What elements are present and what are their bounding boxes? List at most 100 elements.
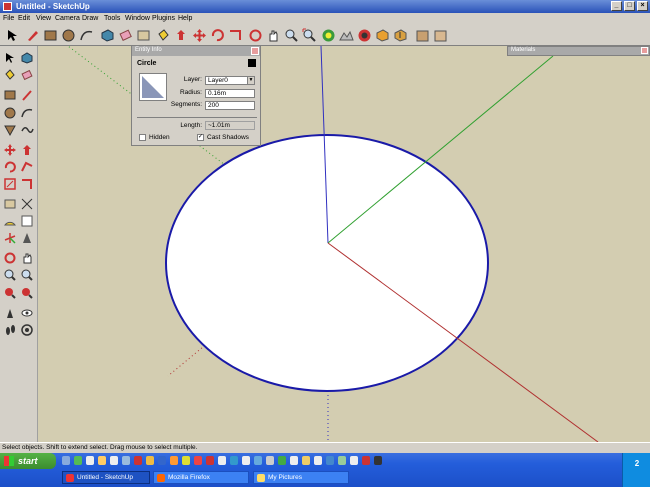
rectangle-icon[interactable] — [43, 28, 58, 43]
move-icon[interactable] — [3, 143, 17, 157]
chevron-down-icon[interactable]: ▼ — [247, 77, 254, 84]
quick-launch-icon[interactable] — [98, 456, 106, 465]
quick-launch-icon[interactable] — [278, 456, 286, 465]
freehand-icon[interactable] — [20, 123, 34, 137]
quick-launch-icon[interactable] — [122, 456, 130, 465]
arc-icon[interactable] — [79, 28, 94, 43]
section-plane-icon[interactable] — [20, 323, 34, 337]
close-button[interactable]: × — [637, 1, 648, 11]
tape-measure-icon[interactable] — [3, 197, 17, 211]
quick-launch-icon[interactable] — [218, 456, 226, 465]
offset-icon[interactable] — [228, 28, 243, 43]
minimize-button[interactable]: _ — [611, 1, 622, 11]
segments-field[interactable]: 200 — [205, 101, 255, 110]
tray-clock[interactable]: 2 — [623, 459, 650, 468]
quick-launch-icon[interactable] — [206, 456, 214, 465]
hidden-checkbox[interactable] — [139, 134, 146, 141]
quick-launch-icon[interactable] — [110, 456, 118, 465]
get-models-icon[interactable] — [375, 28, 390, 43]
quick-launch-icon[interactable] — [350, 456, 358, 465]
walk-icon[interactable] — [3, 323, 17, 337]
pan-hand-icon[interactable] — [266, 28, 281, 43]
place-model-icon[interactable] — [357, 28, 372, 43]
push-pull-icon[interactable] — [20, 143, 34, 157]
zoom-extents-icon[interactable] — [302, 28, 317, 43]
menu-help[interactable]: Help — [178, 15, 192, 22]
zoom-icon[interactable] — [284, 28, 299, 43]
look-around-icon[interactable] — [20, 306, 34, 320]
paint-bucket-icon[interactable] — [3, 68, 17, 82]
quick-launch-icon[interactable] — [290, 456, 298, 465]
task-firefox[interactable]: Mozilla Firefox — [153, 471, 249, 484]
polygon-icon[interactable] — [3, 123, 17, 137]
quick-launch-icon[interactable] — [314, 456, 322, 465]
rotate-icon[interactable] — [210, 28, 225, 43]
circle-icon[interactable] — [3, 106, 17, 120]
zoom-window-icon[interactable] — [20, 268, 34, 282]
task-sketchup[interactable]: Untitled - SketchUp — [62, 471, 150, 484]
tape-measure-icon[interactable] — [136, 28, 151, 43]
eraser-icon[interactable] — [20, 68, 34, 82]
circle-icon[interactable] — [61, 28, 76, 43]
zoom-extents-icon[interactable] — [3, 286, 17, 300]
offset-icon[interactable] — [20, 177, 34, 191]
line-icon[interactable] — [20, 88, 34, 102]
quick-launch-icon[interactable] — [194, 456, 202, 465]
paint-bucket-icon[interactable] — [156, 28, 171, 43]
radius-field[interactable]: 0.16m — [205, 89, 255, 98]
menu-camera[interactable]: Camera — [55, 15, 80, 22]
menu-draw[interactable]: Draw — [82, 15, 98, 22]
maximize-button[interactable]: □ — [624, 1, 635, 11]
quick-launch-icon[interactable] — [62, 456, 70, 465]
quick-launch-icon[interactable] — [182, 456, 190, 465]
quick-launch-icon[interactable] — [338, 456, 346, 465]
text-icon[interactable] — [20, 214, 34, 228]
scale-icon[interactable] — [3, 177, 17, 191]
menu-window[interactable]: Window — [125, 15, 150, 22]
quick-launch-icon[interactable] — [134, 456, 142, 465]
menu-plugins[interactable]: Plugins — [152, 15, 175, 22]
cast-shadows-checkbox[interactable]: ✓ — [197, 134, 204, 141]
quick-launch-icon[interactable] — [74, 456, 82, 465]
push-pull-icon[interactable] — [174, 28, 189, 43]
quick-launch-icon[interactable] — [266, 456, 274, 465]
drawing-viewport[interactable] — [38, 46, 650, 442]
task-my-pictures[interactable]: My Pictures — [253, 471, 349, 484]
quick-launch-icon[interactable] — [302, 456, 310, 465]
rotate-icon[interactable] — [3, 160, 17, 174]
follow-me-icon[interactable] — [20, 160, 34, 174]
menu-view[interactable]: View — [36, 15, 51, 22]
rectangle-icon[interactable] — [3, 88, 17, 102]
component-icon[interactable] — [20, 51, 34, 65]
move-icon[interactable] — [192, 28, 207, 43]
start-button[interactable]: start — [0, 453, 56, 469]
entity-info-expand-icon[interactable] — [248, 59, 256, 67]
protractor-icon[interactable] — [3, 214, 17, 228]
previous-view-icon[interactable] — [20, 286, 34, 300]
materials-close-button[interactable] — [641, 47, 648, 54]
quick-launch-icon[interactable] — [362, 456, 370, 465]
pan-icon[interactable] — [20, 251, 34, 265]
arc-icon[interactable] — [20, 106, 34, 120]
quick-launch-icon[interactable] — [230, 456, 238, 465]
menu-file[interactable]: File — [3, 15, 14, 22]
layer-select[interactable]: Layer0 ▼ — [205, 76, 255, 85]
3d-text-icon[interactable] — [20, 231, 34, 245]
select-icon[interactable] — [3, 51, 17, 65]
eraser-icon[interactable] — [118, 28, 133, 43]
quick-launch-icon[interactable] — [170, 456, 178, 465]
select-arrow-icon[interactable] — [5, 28, 20, 43]
position-camera-icon[interactable] — [3, 306, 17, 320]
google-earth-icon[interactable] — [433, 28, 448, 43]
quick-launch-icon[interactable] — [242, 456, 250, 465]
quick-launch-icon[interactable] — [254, 456, 262, 465]
share-component-icon[interactable] — [415, 28, 430, 43]
share-model-icon[interactable] — [393, 28, 408, 43]
circle-face[interactable] — [165, 134, 489, 392]
materials-title[interactable]: Materials — [508, 47, 649, 55]
quick-launch-icon[interactable] — [326, 456, 334, 465]
menu-tools[interactable]: Tools — [104, 15, 120, 22]
zoom-icon[interactable] — [3, 268, 17, 282]
quick-launch-icon[interactable] — [146, 456, 154, 465]
scene-canvas[interactable] — [38, 46, 650, 442]
